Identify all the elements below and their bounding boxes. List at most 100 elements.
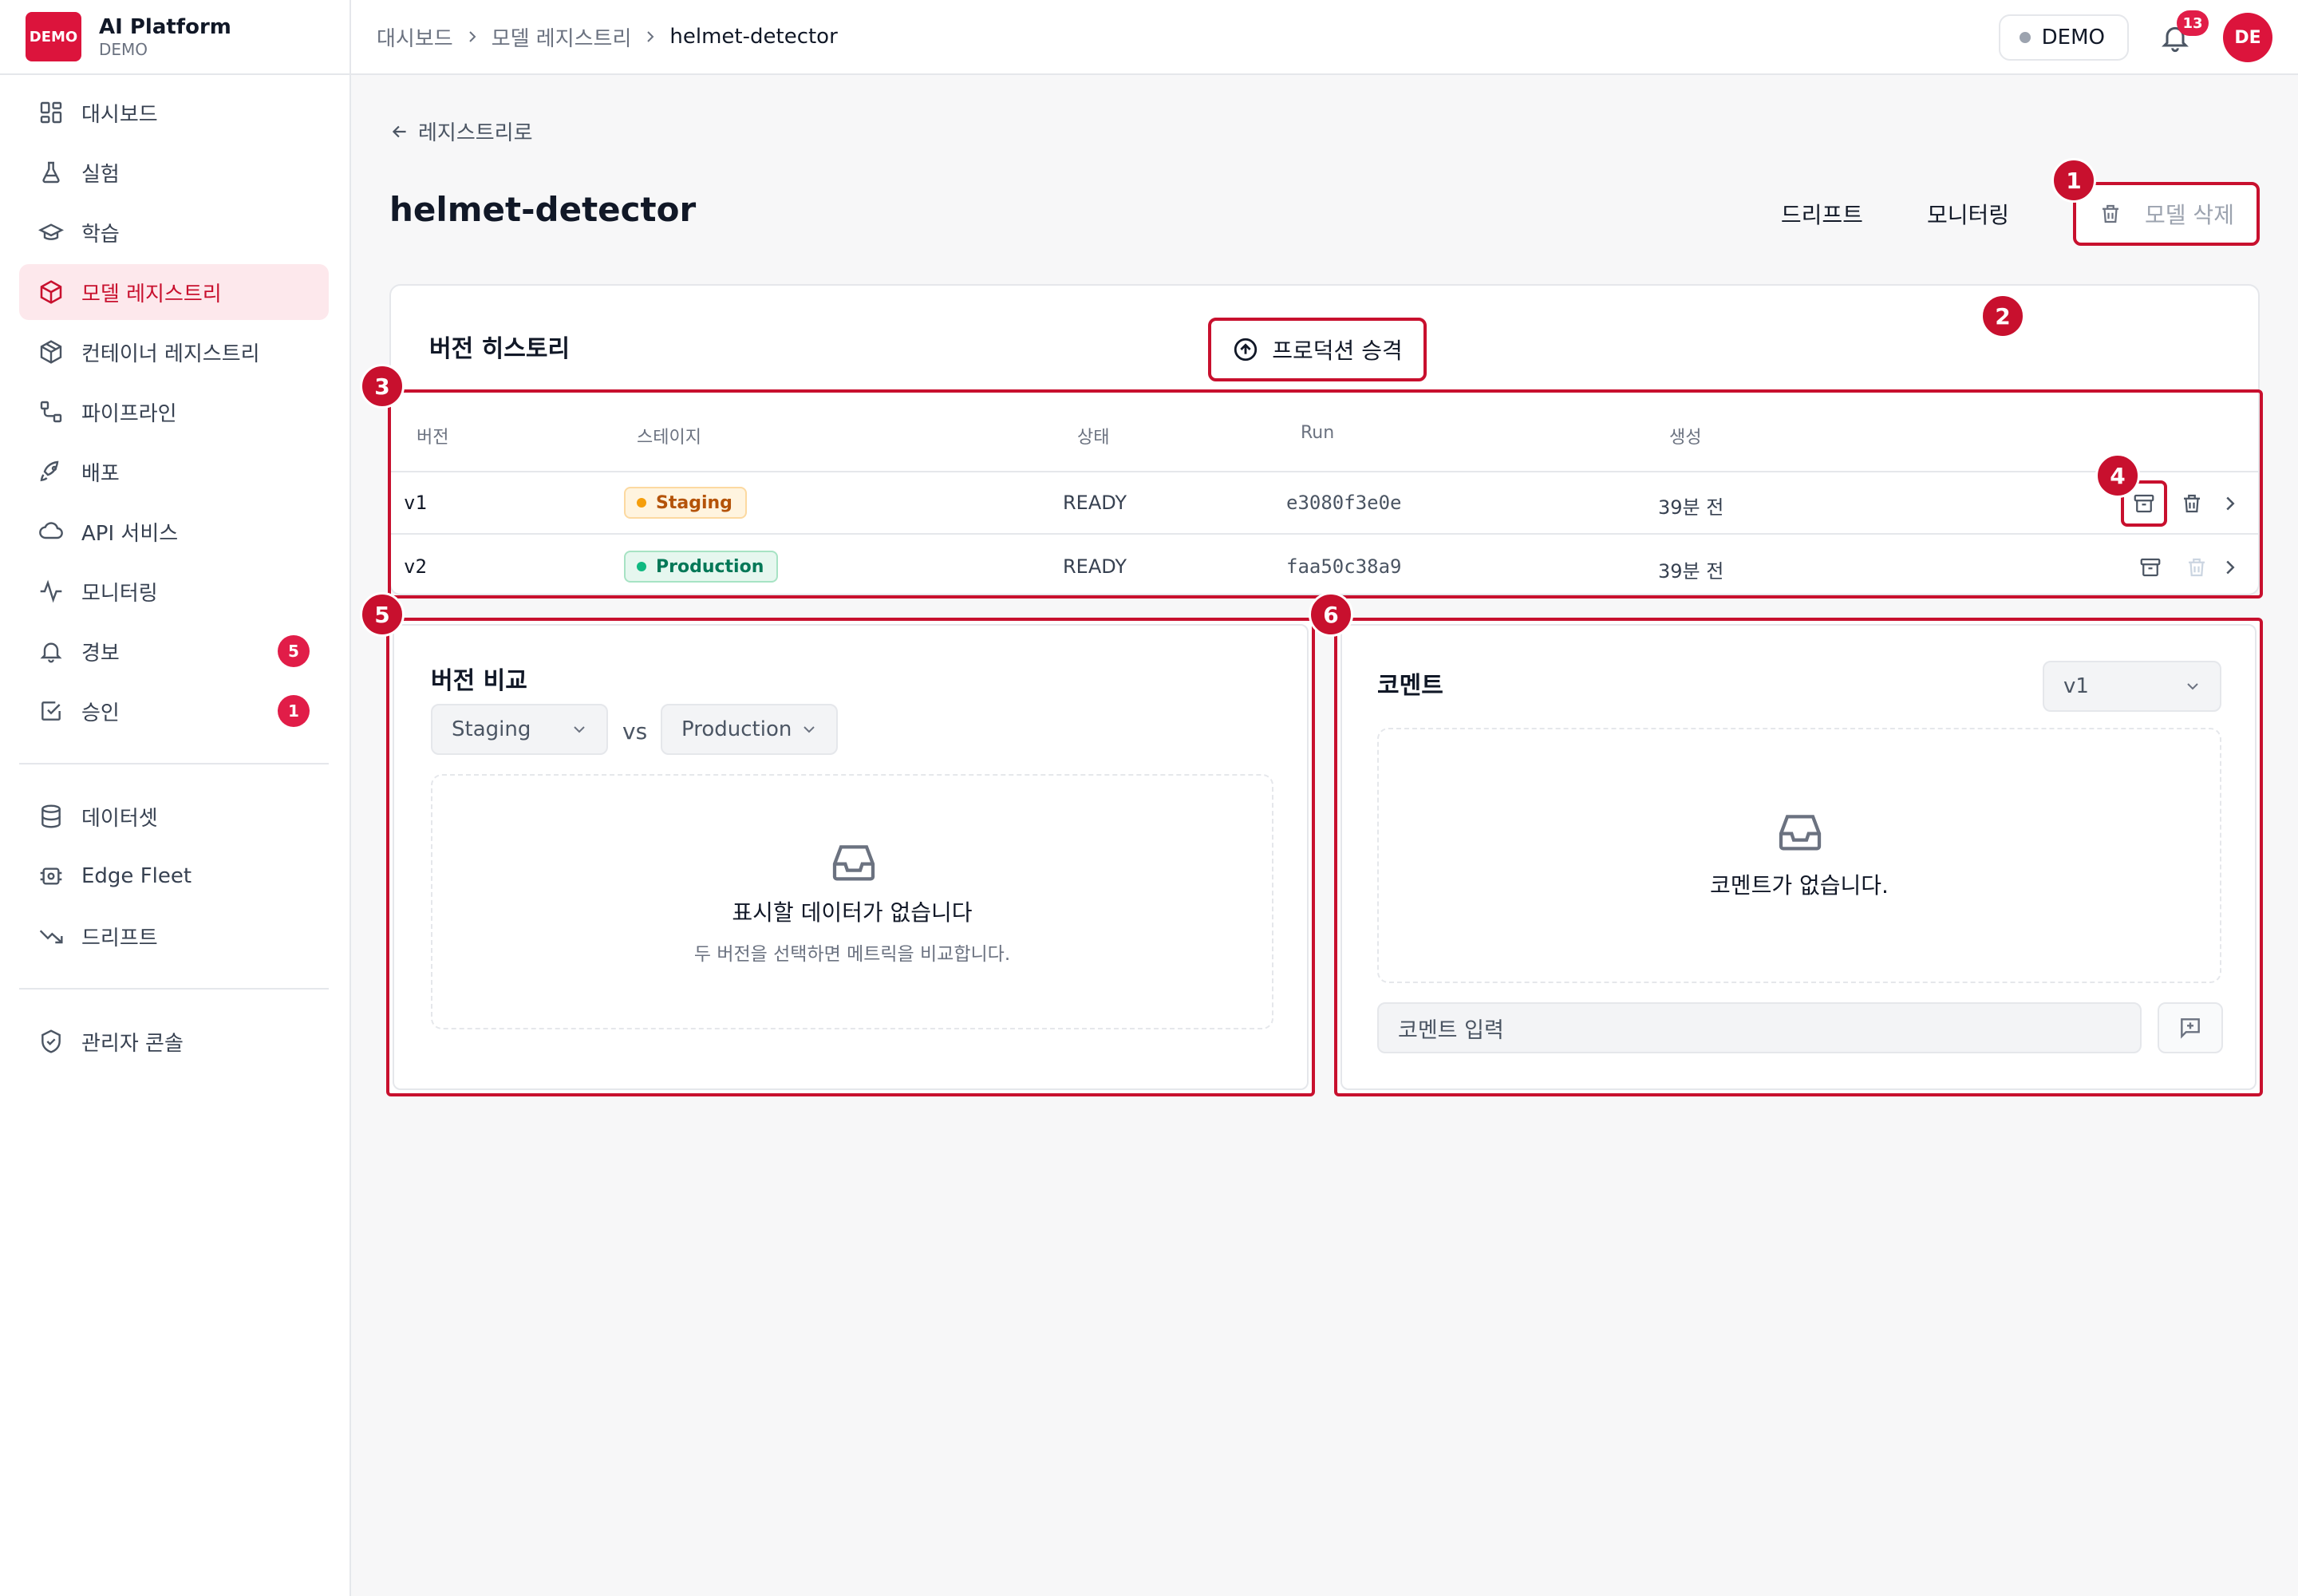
sidebar-item-deploy[interactable]: 배포 (19, 444, 329, 500)
edge-device-icon (40, 867, 62, 885)
stage-dot (637, 562, 646, 571)
page-title: helmet-detector (389, 190, 697, 229)
trash-icon[interactable] (2180, 492, 2204, 516)
sidebar-item-datasets[interactable]: 데이터셋 (19, 788, 329, 844)
brand-logo: DEMO (26, 12, 81, 61)
promote-label: 프로덕션 승격 (1272, 338, 1403, 364)
sidebar-item-label: 관리자 콘솔 (81, 1031, 184, 1056)
breadcrumb-dashboard[interactable]: 대시보드 (377, 22, 453, 52)
sidebar-item-model-registry[interactable]: 모델 레지스트리 (19, 264, 329, 320)
brand[interactable]: DEMO AI Platform DEMO (0, 0, 349, 75)
notifications-button[interactable]: 13 (2159, 10, 2209, 53)
inbox-icon (1779, 815, 1822, 851)
compare-empty-state: 표시할 데이터가 없습니다 두 버전을 선택하면 메트릭을 비교합니다. (431, 774, 1273, 1029)
sidebar-item-alerts[interactable]: 경보 5 (19, 623, 329, 679)
rocket-icon (40, 460, 59, 482)
approvals-count-badge: 1 (278, 695, 310, 727)
sidebar: DEMO AI Platform DEMO 대시보드 실험 학습 모델 레지스트… (0, 0, 351, 1596)
cube-icon (40, 280, 62, 304)
arrow-left-icon (392, 125, 406, 137)
sidebar-item-label: 실험 (81, 162, 120, 187)
sidebar-item-edge-fleet[interactable]: Edge Fleet (19, 848, 329, 904)
run-id-cell[interactable]: faa50c38a9 (1286, 555, 1402, 578)
annotation-marker-5: 5 (360, 592, 405, 637)
versions-table: 버전 스테이지 상태 Run 생성 v1 Staging READY e3080… (388, 389, 2263, 598)
version-history-title: 버전 히스토리 (429, 335, 571, 363)
inbox-icon (832, 845, 875, 881)
package-icon (40, 340, 62, 364)
environment-selector[interactable]: DEMO (1998, 14, 2129, 61)
bell-icon (40, 642, 62, 663)
database-icon (41, 804, 61, 828)
chevron-right-icon[interactable] (2218, 555, 2242, 579)
comments-title: 코멘트 (1377, 672, 1443, 700)
chevron-right-icon[interactable] (2218, 492, 2242, 516)
archive-icon[interactable] (2138, 555, 2162, 579)
sidebar-item-label: 드리프트 (81, 926, 158, 950)
compare-right-select[interactable]: Production (661, 704, 838, 755)
sidebar-item-approvals[interactable]: 승인 1 (19, 683, 329, 739)
breadcrumb-current: helmet-detector (669, 25, 838, 49)
sidebar-nav-admin: 관리자 콘솔 (0, 1013, 349, 1069)
column-header-run: Run (1301, 423, 1335, 443)
sidebar-item-admin-console[interactable]: 관리자 콘솔 (19, 1013, 329, 1069)
add-comment-button[interactable] (2158, 1002, 2223, 1053)
sidebar-item-monitoring[interactable]: 모니터링 (19, 563, 329, 619)
stage-badge-staging: Staging (624, 487, 747, 519)
promote-to-production-button[interactable]: 프로덕션 승격 (1208, 318, 1427, 381)
chevron-down-icon (2187, 683, 2198, 690)
brand-subtitle: DEMO (99, 40, 148, 59)
sidebar-item-label: 배포 (81, 461, 120, 486)
table-header: 버전 스테이지 상태 Run 생성 (391, 393, 2260, 472)
alerts-count-badge: 5 (278, 635, 310, 667)
column-header-created: 생성 (1669, 428, 1702, 448)
status-cell: READY (1063, 555, 1127, 578)
sidebar-item-label: API 서비스 (81, 521, 179, 546)
run-id-cell[interactable]: e3080f3e0e (1286, 492, 1402, 514)
table-row[interactable]: v1 Staging READY e3080f3e0e 39분 전 (391, 472, 2260, 535)
sidebar-item-training[interactable]: 학습 (19, 204, 329, 260)
breadcrumb-model-registry[interactable]: 모델 레지스트리 (492, 22, 632, 52)
status-cell: READY (1063, 492, 1127, 514)
comment-input[interactable]: 코멘트 입력 (1377, 1002, 2142, 1053)
activity-icon (40, 579, 62, 603)
compare-left-select[interactable]: Staging (431, 704, 608, 755)
sidebar-item-experiments[interactable]: 실험 (19, 144, 329, 200)
sidebar-item-label: Edge Fleet (81, 864, 192, 888)
sidebar-item-label: 파이프라인 (81, 401, 177, 426)
sidebar-item-pipeline[interactable]: 파이프라인 (19, 384, 329, 440)
annotation-marker-2: 2 (1980, 294, 2025, 338)
drift-button[interactable]: 드리프트 (1781, 198, 1863, 230)
compare-empty-subtitle: 두 버전을 선택하면 메트릭을 비교합니다. (693, 944, 1011, 965)
chevron-down-icon (574, 726, 585, 733)
column-header-status: 상태 (1077, 428, 1110, 448)
sidebar-item-label: 대시보드 (81, 102, 158, 127)
sidebar-item-label: 데이터셋 (81, 806, 158, 831)
flask-icon (42, 161, 60, 184)
sidebar-item-dashboard[interactable]: 대시보드 (19, 85, 329, 140)
annotation-marker-4: 4 (2095, 453, 2140, 498)
notification-count-badge: 13 (2177, 10, 2209, 36)
trash-icon (2103, 204, 2119, 223)
sidebar-item-api-service[interactable]: API 서비스 (19, 504, 329, 559)
table-row[interactable]: v2 Production READY faa50c38a9 39분 전 (391, 536, 2260, 598)
sidebar-item-drift[interactable]: 드리프트 (19, 908, 329, 964)
comments-card: 코멘트 v1 코멘트가 없습니다. 코멘트 입력 (1334, 618, 2263, 1096)
version-history-card: 버전 히스토리 프로덕션 승격 버전 스테이지 상태 Run 생성 v1 Sta… (388, 284, 2263, 598)
environment-label: DEMO (2041, 26, 2105, 49)
monitoring-button[interactable]: 모니터링 (1927, 198, 2009, 230)
sidebar-item-label: 승인 (81, 701, 120, 725)
sidebar-item-container-registry[interactable]: 컨테이너 레지스트리 (19, 324, 329, 380)
version-cell: v2 (404, 555, 427, 578)
arrow-up-circle-icon (1234, 338, 1258, 361)
breadcrumb: 대시보드 모델 레지스트리 helmet-detector (377, 22, 838, 52)
chevron-right-icon (468, 31, 476, 42)
chevron-right-icon (647, 31, 654, 42)
comment-version-select[interactable]: v1 (2043, 661, 2221, 712)
chevron-down-icon (804, 726, 815, 733)
sidebar-item-label: 모델 레지스트리 (81, 282, 222, 306)
back-to-registry-link[interactable]: 레지스트리로 (389, 117, 533, 146)
delete-model-button[interactable]: 모델 삭제 (2073, 182, 2260, 246)
user-avatar[interactable]: DE (2223, 13, 2272, 62)
version-cell: v1 (404, 492, 427, 514)
